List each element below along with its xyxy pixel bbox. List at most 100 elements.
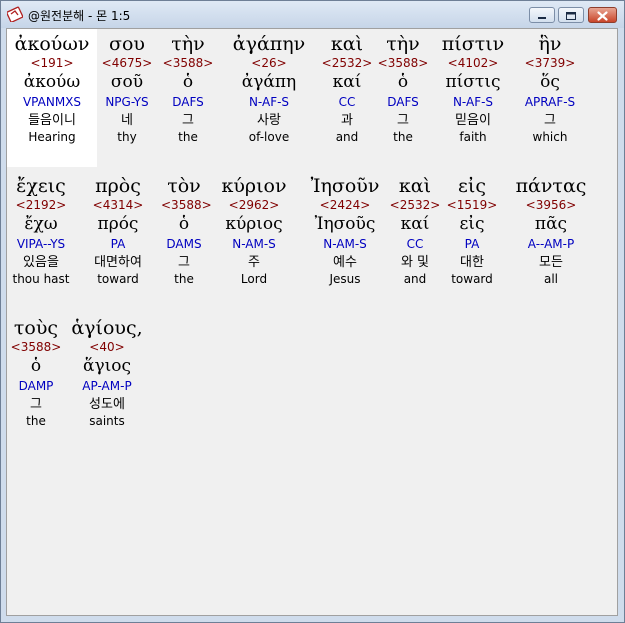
word-block[interactable]: καὶ <2532> καί CC 와 및 and xyxy=(389,175,441,287)
morph-code: N-AF-S xyxy=(452,95,494,109)
lemma: ὅς xyxy=(540,72,560,92)
lemma: καί xyxy=(332,72,362,92)
english-gloss: all xyxy=(543,272,559,286)
strong-number: <2424> xyxy=(319,198,371,212)
close-icon xyxy=(597,11,608,21)
strong-number: <2192> xyxy=(15,198,67,212)
strong-number: <3588> xyxy=(10,340,62,354)
minimize-button[interactable] xyxy=(529,7,555,23)
greek-word: καὶ xyxy=(330,33,364,55)
maximize-button[interactable] xyxy=(558,7,584,23)
morph-code: DAFS xyxy=(172,95,204,109)
word-block[interactable]: ἀγάπην <26> ἀγάπη N-AF-S 사랑 of-love xyxy=(219,33,319,145)
morph-code: CC xyxy=(338,95,356,109)
greek-word: τὸν xyxy=(167,175,201,197)
bible-app-icon[interactable] xyxy=(7,6,23,22)
english-gloss: toward xyxy=(451,272,493,286)
morph-code: PA xyxy=(464,237,480,251)
lemma: Ἰησοῦς xyxy=(314,214,376,234)
morph-code: DAMS xyxy=(166,237,202,251)
english-gloss: Jesus xyxy=(329,272,361,286)
strong-number: <3588> xyxy=(377,56,429,70)
strong-number: <1519> xyxy=(446,198,498,212)
word-block[interactable]: πίστιν <4102> πίστις N-AF-S 믿음이 faith xyxy=(431,33,515,145)
greek-word: καὶ xyxy=(398,175,432,197)
close-button[interactable] xyxy=(588,7,617,23)
word-block[interactable]: εἰς <1519> εἰς PA 대한 toward xyxy=(441,175,503,287)
korean-gloss: 믿음이 xyxy=(455,113,491,128)
korean-gloss: 들음이니 xyxy=(28,113,76,128)
strong-number: <3956> xyxy=(525,198,577,212)
english-gloss: and xyxy=(335,130,359,144)
english-gloss: and xyxy=(403,272,427,286)
lemma: σοῦ xyxy=(110,72,144,92)
lemma: πίστις xyxy=(445,72,501,92)
strong-number: <40> xyxy=(89,340,125,354)
lemma: πᾶς xyxy=(534,214,568,234)
korean-gloss: 모든 xyxy=(539,255,563,270)
app-window: @원전분해 - 몬 1:5 ἀκούων <191> ἀκούω VPANMXS 들음이… xyxy=(0,0,625,623)
interlinear-panel[interactable]: ἀκούων <191> ἀκούω VPANMXS 들음이니 Hearing σου <46… xyxy=(6,28,618,616)
word-block[interactable]: κύριον <2962> κύριος N-AM-S 주 Lord xyxy=(207,175,301,287)
morph-code: CC xyxy=(406,237,424,251)
word-block[interactable]: ἔχεις <2192> ἔχω VIPA--YS 있음을 thou hast xyxy=(7,175,75,287)
strong-number: <2962> xyxy=(228,198,280,212)
word-block[interactable]: πρὸς <4314> πρός PA 대면하여 toward xyxy=(75,175,161,287)
greek-word: πάντας xyxy=(515,175,587,197)
greek-word: εἰς xyxy=(458,175,486,197)
greek-word: κύριον xyxy=(221,175,287,197)
word-block[interactable]: σου <4675> σοῦ NPG-YS 네 thy xyxy=(97,33,157,145)
lemma: εἰς xyxy=(459,214,485,234)
english-gloss: faith xyxy=(459,130,487,144)
lemma: ὁ xyxy=(178,214,190,234)
morph-code: A--AM-P xyxy=(527,237,575,251)
english-gloss: thou hast xyxy=(12,272,70,286)
strong-number: <4675> xyxy=(101,56,153,70)
korean-gloss: 예수 xyxy=(333,255,357,270)
greek-word: τὴν xyxy=(386,33,420,55)
title-bar[interactable]: @원전분해 - 몬 1:5 xyxy=(1,1,624,28)
lemma: ἅγιος xyxy=(82,356,132,376)
korean-gloss: 그 xyxy=(544,113,556,128)
word-block[interactable]: τὴν <3588> ὁ DAFS 그 the xyxy=(157,33,219,145)
strong-number: <4102> xyxy=(447,56,499,70)
greek-word: ἔχεις xyxy=(16,175,66,197)
word-block[interactable]: καὶ <2532> καί CC 과 and xyxy=(319,33,375,145)
greek-word: πρὸς xyxy=(95,175,141,197)
word-block[interactable]: ἀκούων <191> ἀκούω VPANMXS 들음이니 Hearing xyxy=(7,29,97,167)
korean-gloss: 대한 xyxy=(460,255,484,270)
morph-code: VPANMXS xyxy=(22,95,82,109)
greek-word: ἀγάπην xyxy=(232,33,306,55)
word-block[interactable]: πάντας <3956> πᾶς A--AM-P 모든 all xyxy=(503,175,599,287)
strong-number: <3588> xyxy=(162,56,214,70)
strong-number: <4314> xyxy=(92,198,144,212)
korean-gloss: 대면하여 xyxy=(94,255,142,270)
word-block[interactable]: ἁγίους, <40> ἅγιος AP-AM-P 성도에 saints xyxy=(65,317,149,429)
word-block[interactable]: τὸν <3588> ὁ DAMS 그 the xyxy=(161,175,212,287)
morph-code: DAFS xyxy=(387,95,419,109)
korean-gloss: 그 xyxy=(397,113,409,128)
morph-code: PA xyxy=(110,237,126,251)
lemma: ἀκούω xyxy=(23,72,81,92)
word-block[interactable]: τὴν <3588> ὁ DAFS 그 the xyxy=(375,33,431,145)
greek-word: τὴν xyxy=(171,33,205,55)
korean-gloss: 주 xyxy=(248,255,260,270)
morph-code: N-AM-S xyxy=(232,237,276,251)
lemma: ἔχω xyxy=(24,214,58,234)
korean-gloss: 네 xyxy=(121,113,133,128)
korean-gloss: 성도에 xyxy=(89,397,125,412)
word-block[interactable]: τοὺς <3588> ὁ DAMP 그 the xyxy=(7,317,65,429)
lemma: ὁ xyxy=(182,72,194,92)
greek-word: σου xyxy=(109,33,145,55)
strong-number: <3588> xyxy=(161,198,212,212)
greek-word: ἣν xyxy=(538,33,562,55)
english-gloss: toward xyxy=(97,272,139,286)
word-block[interactable]: ἣν <3739> ὅς APRAF-S 그 which xyxy=(515,33,585,145)
english-gloss: Hearing xyxy=(28,130,76,144)
morph-code: NPG-YS xyxy=(105,95,149,109)
word-block[interactable]: Ἰησοῦν <2424> Ἰησοῦς N-AM-S 예수 Jesus xyxy=(301,175,389,287)
korean-gloss: 그 xyxy=(182,113,194,128)
korean-gloss: 과 xyxy=(341,113,353,128)
morph-code: DAMP xyxy=(18,379,54,393)
lemma: ὁ xyxy=(30,356,42,376)
